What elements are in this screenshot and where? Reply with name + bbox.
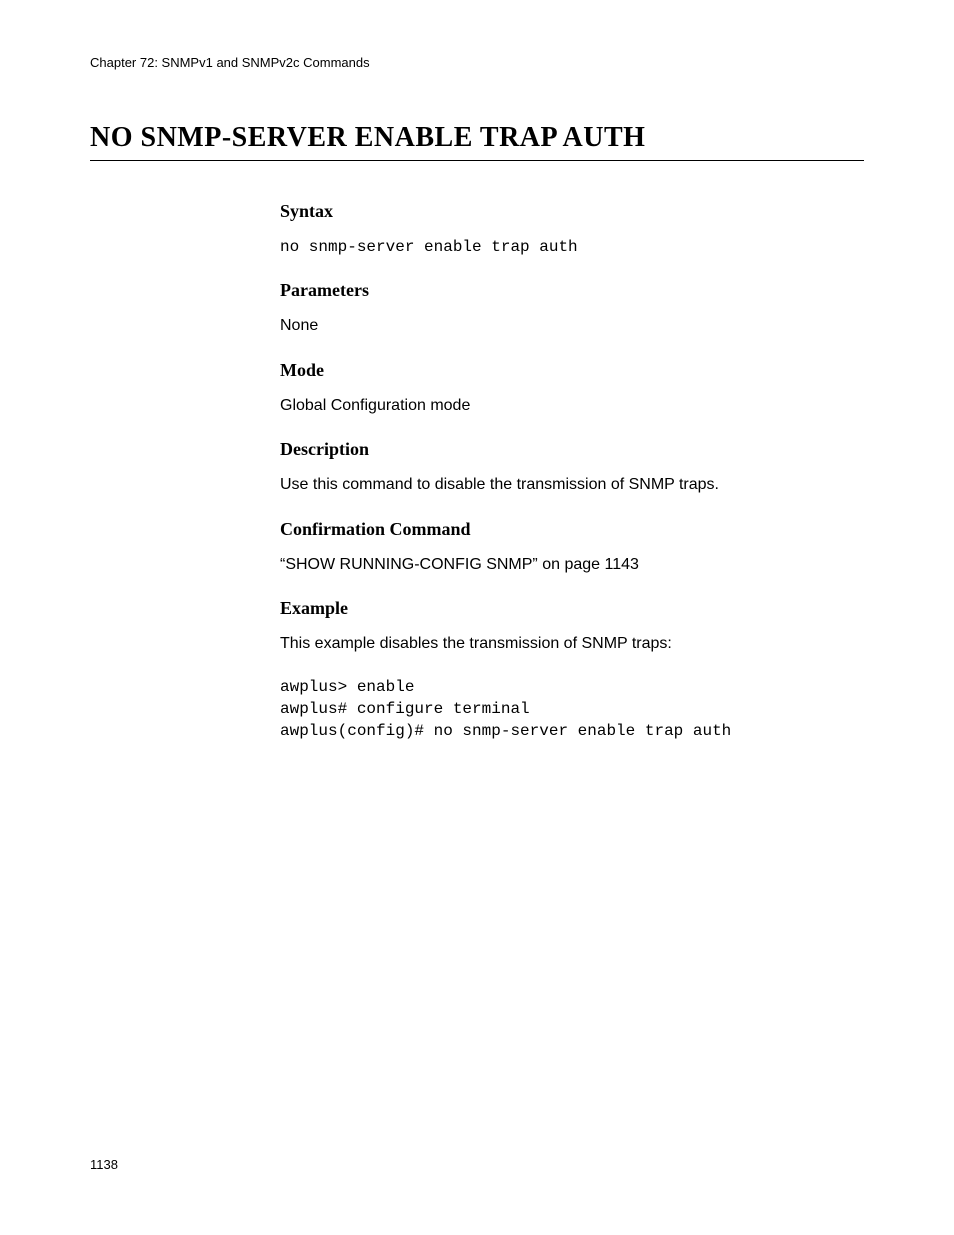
syntax-code: no snmp-server enable trap auth xyxy=(280,236,864,258)
example-intro: This example disables the transmission o… xyxy=(280,633,864,655)
confirmation-heading: Confirmation Command xyxy=(280,519,864,540)
page-number: 1138 xyxy=(90,1157,118,1172)
example-heading: Example xyxy=(280,598,864,619)
parameters-heading: Parameters xyxy=(280,280,864,301)
command-title: NO SNMP-SERVER ENABLE TRAP AUTH xyxy=(90,122,864,161)
example-code: awplus> enable awplus# configure termina… xyxy=(280,677,864,742)
syntax-heading: Syntax xyxy=(280,201,864,222)
mode-heading: Mode xyxy=(280,360,864,381)
mode-text: Global Configuration mode xyxy=(280,395,864,417)
content-block: Syntax no snmp-server enable trap auth P… xyxy=(280,201,864,742)
confirmation-text: “SHOW RUNNING-CONFIG SNMP” on page 1143 xyxy=(280,554,864,576)
chapter-header: Chapter 72: SNMPv1 and SNMPv2c Commands xyxy=(90,55,864,70)
description-text: Use this command to disable the transmis… xyxy=(280,474,864,496)
parameters-text: None xyxy=(280,315,864,337)
page-container: Chapter 72: SNMPv1 and SNMPv2c Commands … xyxy=(0,0,954,782)
description-heading: Description xyxy=(280,439,864,460)
